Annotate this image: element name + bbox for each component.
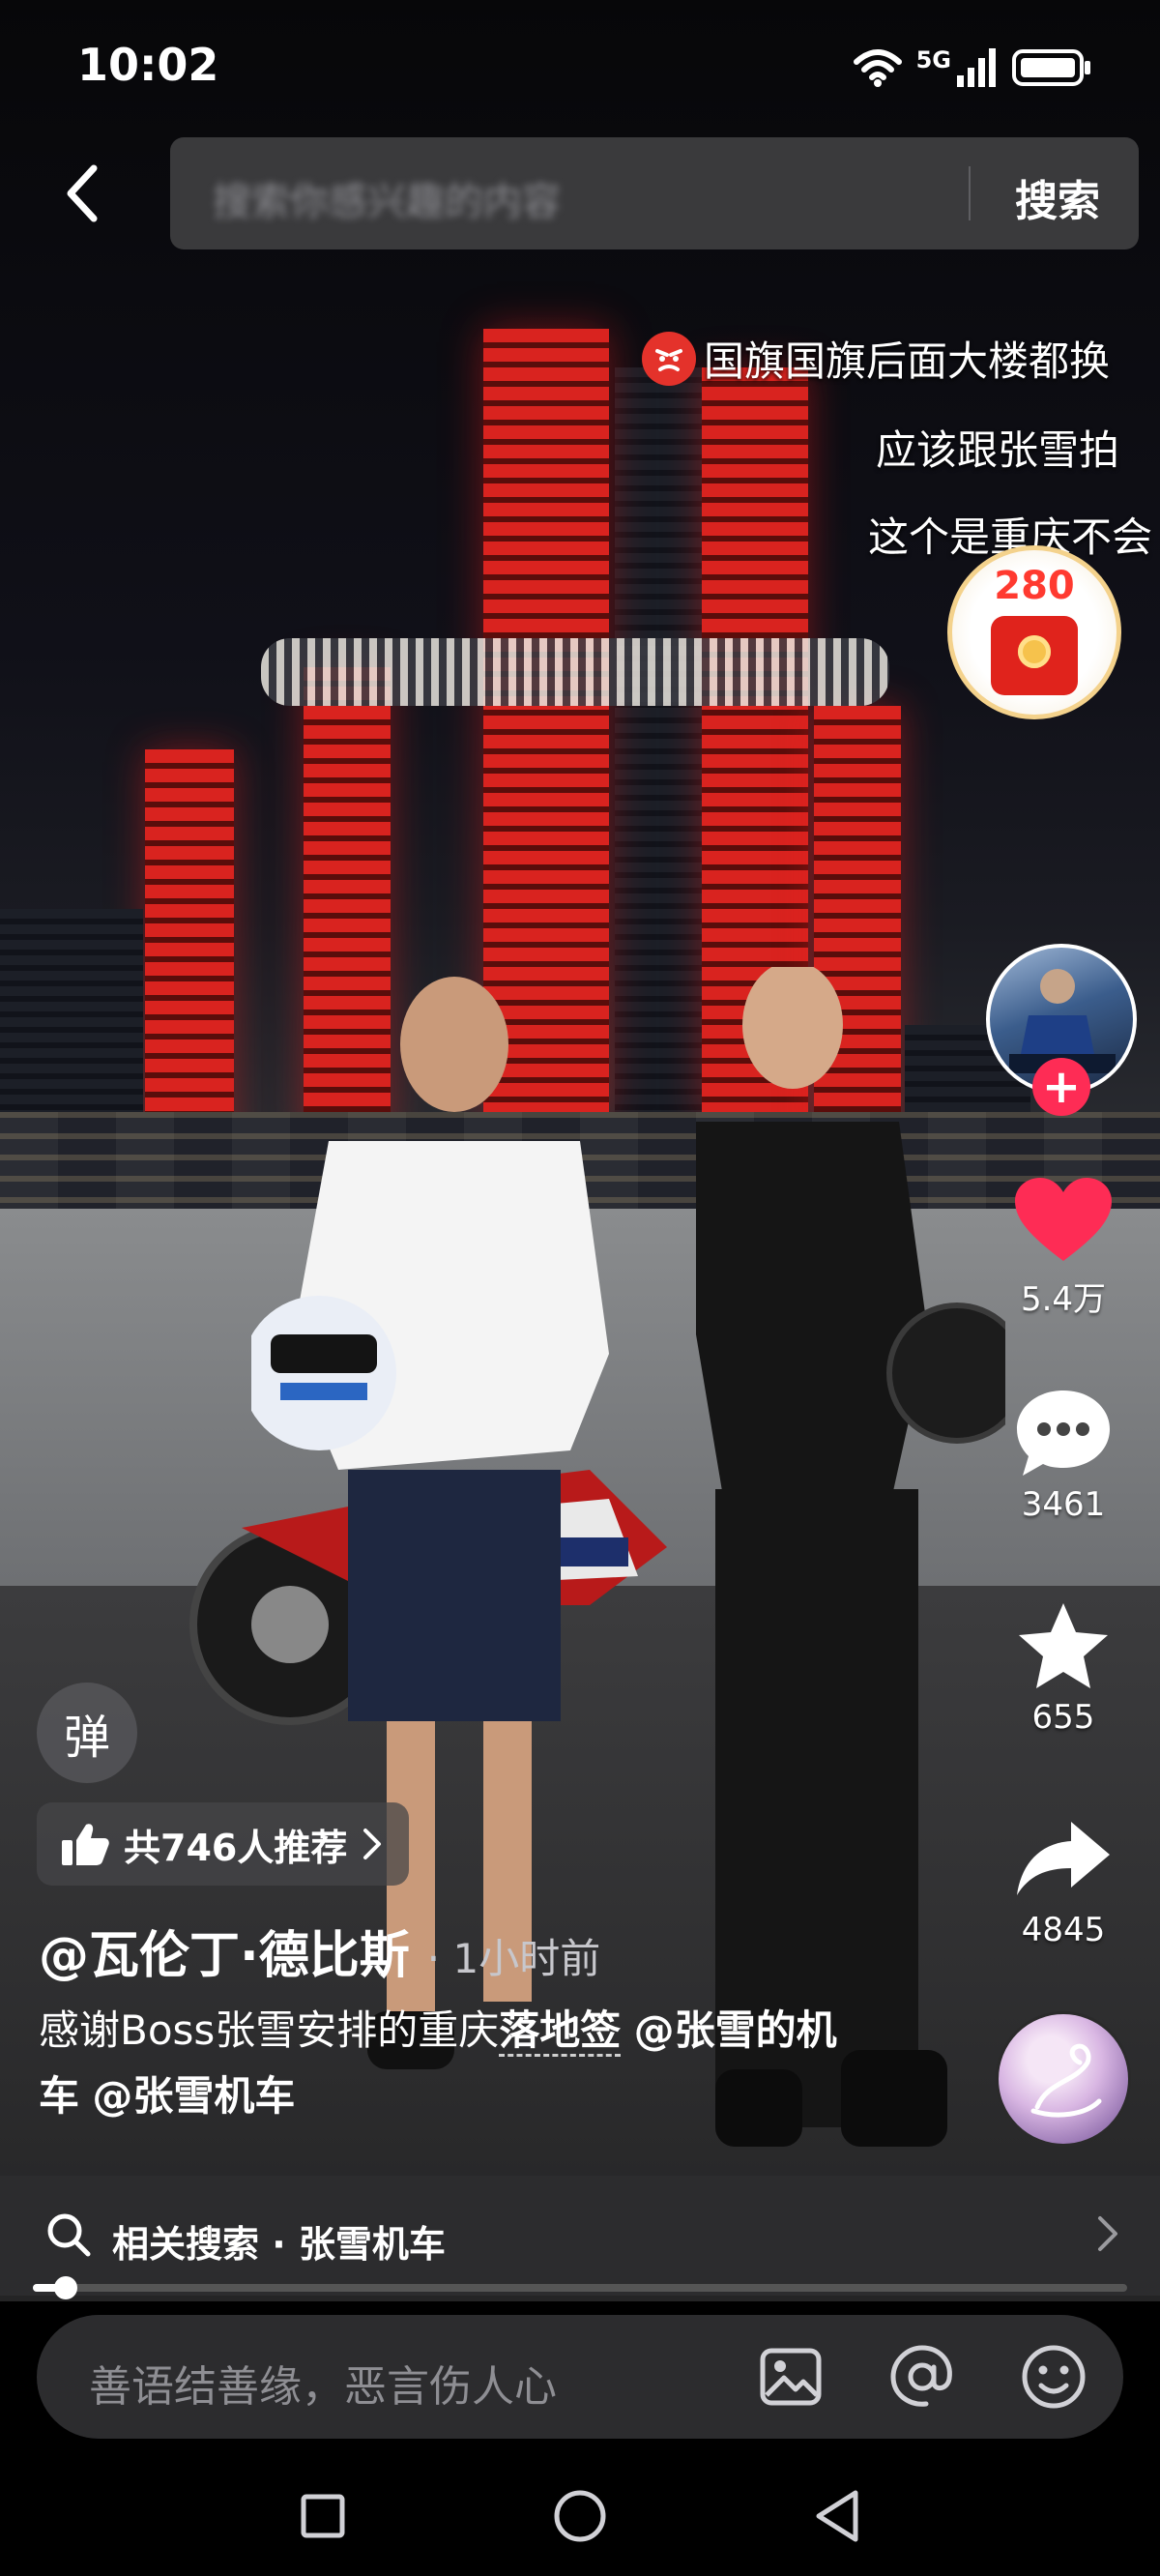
- back-nav-button[interactable]: [798, 2477, 876, 2555]
- like-count: 5.4万: [1020, 1280, 1107, 1319]
- danmaku-toggle-label: 弹: [63, 1711, 110, 1765]
- comment-button[interactable]: 3461: [986, 1385, 1141, 1524]
- danmaku-comment: 国旗国旗后面大楼都换: [642, 329, 1110, 388]
- man-black-outfit: [696, 967, 1005, 2147]
- status-time: 10:02: [77, 39, 219, 91]
- status-bar: 10:02 5G: [0, 0, 1160, 135]
- follow-button[interactable]: +: [1032, 1058, 1090, 1116]
- search-placeholder: 搜索你感兴趣的内容: [213, 180, 561, 224]
- caption-text: 感谢Boss张雪安排的重庆: [39, 2006, 500, 2054]
- caption-mention[interactable]: @张雪机车: [92, 2072, 295, 2120]
- circle-icon: [554, 2490, 606, 2542]
- related-search-label: 相关搜索 · 张雪机车: [112, 2223, 446, 2266]
- chevron-right-icon: [363, 1829, 382, 1859]
- red-envelope-icon: [991, 616, 1078, 695]
- search-input[interactable]: 搜索你感兴趣的内容 搜索: [170, 137, 1139, 249]
- recommend-pill[interactable]: 共746人推荐: [37, 1802, 410, 1886]
- square-icon: [301, 2494, 345, 2538]
- wifi-icon: [853, 49, 902, 87]
- share-button[interactable]: 4845: [986, 1810, 1141, 1949]
- back-button[interactable]: [48, 155, 116, 232]
- triangle-back-icon: [816, 2490, 858, 2542]
- recommend-label: 共746人推荐: [124, 1826, 348, 1869]
- signal-icon: [957, 48, 996, 87]
- network-type: 5G: [915, 46, 951, 73]
- angry-face-icon: [642, 331, 696, 386]
- chevron-left-icon: [67, 164, 98, 222]
- video-progress-bar[interactable]: [33, 2276, 1127, 2299]
- red-tower: [145, 749, 234, 1156]
- recent-apps-button[interactable]: [284, 2477, 362, 2555]
- heart-icon: [1010, 1172, 1116, 1269]
- progress-knob[interactable]: [54, 2276, 77, 2299]
- caption-keyword-link[interactable]: 落地签: [499, 2006, 622, 2057]
- share-count: 4845: [1021, 1911, 1106, 1949]
- system-nav-bar: [0, 2456, 1160, 2576]
- comment-placeholder: 善语结善缘，恶言伤人心: [89, 2362, 557, 2412]
- post-time: · 1小时前: [426, 1935, 601, 1982]
- home-button[interactable]: [541, 2477, 619, 2555]
- sky-bridge: [261, 638, 889, 706]
- share-arrow-icon: [1010, 1810, 1116, 1907]
- thumbs-up-icon: [62, 1824, 109, 1865]
- emoji-icon[interactable]: [1017, 2340, 1090, 2414]
- danmaku-toggle-button[interactable]: 弹: [37, 1683, 137, 1783]
- post-caption: 感谢Boss张雪安排的重庆落地签 @张雪的机车 @张雪机车: [39, 1998, 870, 2129]
- plus-icon: +: [1041, 1060, 1082, 1114]
- comment-bubble-icon: [1010, 1385, 1116, 1481]
- comment-input[interactable]: 善语结善缘，恶言伤人心: [37, 2315, 1123, 2439]
- status-icons: 5G: [853, 39, 1092, 97]
- favorite-count: 655: [1031, 1698, 1095, 1737]
- mention-at-icon[interactable]: [885, 2340, 959, 2414]
- star-icon: [1010, 1597, 1116, 1694]
- red-packet-count: 280: [994, 564, 1075, 608]
- danmaku-text: 国旗国旗后面大楼都换: [704, 337, 1111, 385]
- search-divider: [969, 166, 971, 220]
- chevron-right-icon: [1098, 2216, 1117, 2251]
- favorite-button[interactable]: 655: [986, 1597, 1141, 1737]
- related-search-bar[interactable]: 相关搜索 · 张雪机车: [0, 2176, 1160, 2296]
- search-icon: [47, 2213, 91, 2257]
- music-disc[interactable]: [996, 2011, 1131, 2147]
- author-line: @瓦伦丁·德比斯 · 1小时前: [39, 1915, 600, 1987]
- danmaku-comment: 应该跟张雪拍: [876, 426, 1120, 474]
- swan-artwork-icon: [1030, 2043, 1102, 2118]
- image-icon[interactable]: [754, 2340, 827, 2414]
- red-packet-button[interactable]: 280: [947, 545, 1121, 719]
- like-button[interactable]: 5.4万: [986, 1172, 1141, 1320]
- comment-count: 3461: [1021, 1485, 1106, 1524]
- author-name[interactable]: @瓦伦丁·德比斯: [39, 1915, 410, 1987]
- battery-icon: [1012, 49, 1090, 86]
- search-button[interactable]: 搜索: [1015, 166, 1100, 228]
